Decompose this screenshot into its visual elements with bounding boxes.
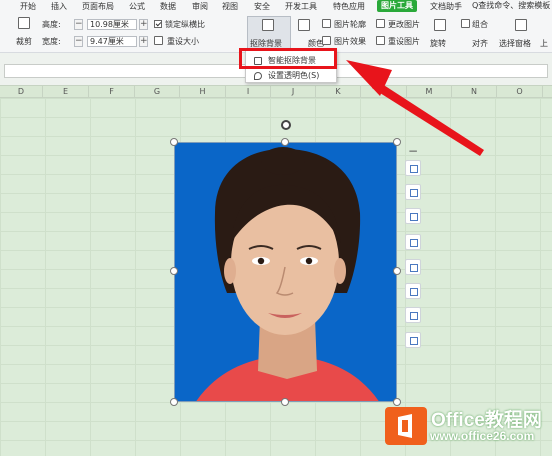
column-h[interactable]: H — [180, 86, 226, 98]
change-picture-icon — [376, 19, 385, 28]
remove-bg-quick-icon[interactable] — [405, 184, 421, 200]
rotate-handle[interactable] — [281, 120, 291, 130]
menu-page-layout[interactable]: 页面布局 — [82, 1, 114, 12]
column-o[interactable]: O — [497, 86, 543, 98]
column-e[interactable]: E — [43, 86, 89, 98]
column-header: D E F G H I J K L M N O — [0, 85, 552, 98]
menu-features[interactable]: 特色应用 — [333, 1, 365, 12]
height-increase-button[interactable]: + — [139, 19, 148, 30]
more-button[interactable]: 上 — [540, 38, 548, 49]
column-m[interactable]: M — [407, 86, 452, 98]
office-logo — [385, 407, 427, 445]
resize-handle-top[interactable] — [281, 138, 289, 146]
height-field[interactable]: 10.98厘米 — [87, 19, 137, 30]
set-transparent-color-item[interactable]: 设置透明色(S) — [246, 69, 338, 83]
resize-quick-icon[interactable] — [405, 234, 421, 250]
column-l[interactable]: L — [361, 86, 407, 98]
lock-ratio-label: 锁定纵横比 — [165, 20, 205, 29]
resize-handle-bottom-right[interactable] — [393, 398, 401, 406]
color-icon[interactable] — [298, 19, 310, 31]
picture-outline-button[interactable]: 图片轮廓 — [334, 19, 366, 30]
change-picture-button[interactable]: 更改图片 — [388, 19, 420, 30]
column-k[interactable]: K — [316, 86, 361, 98]
selection-pane-button[interactable]: 选择窗格 — [499, 38, 531, 49]
transparent-color-icon — [254, 72, 262, 80]
resize-handle-top-right[interactable] — [393, 138, 401, 146]
print-icon[interactable] — [405, 332, 421, 348]
height-label: 高度: — [42, 20, 61, 29]
width-field[interactable]: 9.47厘米 — [87, 36, 137, 47]
menu-insert[interactable]: 插入 — [51, 1, 67, 12]
combine-button[interactable]: 组合 — [472, 19, 488, 30]
collapse-toolbar-button[interactable]: − — [408, 145, 418, 157]
rotate-button[interactable]: 旋转 — [430, 38, 446, 49]
menu-picture-tools[interactable]: 图片工具 — [377, 0, 417, 12]
menu-review[interactable]: 审阅 — [192, 1, 208, 12]
copy-icon[interactable] — [405, 259, 421, 275]
column-n[interactable]: N — [452, 86, 497, 98]
highlight-box — [239, 48, 337, 69]
picture-outline-icon — [322, 19, 331, 28]
reset-size-button[interactable]: 重设大小 — [167, 36, 199, 47]
resize-handle-bottom-left[interactable] — [170, 398, 178, 406]
menu-data[interactable]: 数据 — [160, 1, 176, 12]
column-f[interactable]: F — [89, 86, 135, 98]
resize-handle-top-left[interactable] — [170, 138, 178, 146]
resize-handle-bottom[interactable] — [281, 398, 289, 406]
resize-handle-left[interactable] — [170, 267, 178, 275]
align-button[interactable]: 对齐 — [472, 38, 488, 49]
column-d[interactable]: D — [0, 86, 43, 98]
menu-developer[interactable]: 开发工具 — [285, 1, 317, 12]
column-i[interactable]: I — [226, 86, 271, 98]
set-transparent-label: 设置透明色(S) — [268, 71, 320, 80]
selected-picture[interactable] — [174, 142, 397, 402]
crop-icon[interactable] — [18, 17, 30, 29]
menu-formula[interactable]: 公式 — [129, 1, 145, 12]
search-command[interactable]: Q查找命令、搜索模板 — [472, 0, 550, 11]
selection-pane-icon — [515, 19, 527, 31]
picture-effect-button[interactable]: 图片效果 — [334, 36, 366, 47]
portrait-illustration — [175, 143, 396, 401]
menu-security[interactable]: 安全 — [254, 1, 270, 12]
combine-icon — [461, 19, 470, 28]
translate-icon[interactable] — [405, 307, 421, 323]
watermark-url: www.office26.com — [430, 429, 535, 443]
extract-text-icon[interactable] — [405, 283, 421, 299]
width-decrease-button[interactable]: − — [74, 36, 83, 47]
watermark-title: Office教程网 — [431, 410, 542, 431]
width-increase-button[interactable]: + — [139, 36, 148, 47]
menu-view[interactable]: 视图 — [222, 1, 238, 12]
width-label: 宽度: — [42, 37, 61, 46]
remove-background-icon — [262, 19, 274, 31]
height-decrease-button[interactable]: − — [74, 19, 83, 30]
column-g[interactable]: G — [135, 86, 180, 98]
reset-picture-button[interactable]: 重设图片 — [388, 36, 420, 47]
zoom-icon[interactable] — [405, 160, 421, 176]
rotate-icon — [434, 19, 446, 31]
column-j[interactable]: J — [271, 86, 316, 98]
resize-handle-right[interactable] — [393, 267, 401, 275]
reset-size-icon — [154, 36, 163, 45]
lock-ratio-checkbox[interactable] — [154, 20, 162, 28]
crop-quick-icon[interactable] — [405, 208, 421, 224]
crop-button[interactable]: 裁剪 — [16, 36, 32, 47]
menu-doc-assistant[interactable]: 文档助手 — [430, 1, 462, 12]
picture-effect-icon — [322, 36, 331, 45]
ribbon-toolbar: 裁剪 高度: − 10.98厘米 + 宽度: − 9.47厘米 + 锁定纵横比 … — [0, 13, 552, 53]
reset-picture-icon — [376, 36, 385, 45]
menu-home[interactable]: 开始 — [20, 1, 36, 12]
menu-bar: 开始 插入 页面布局 公式 数据 审阅 视图 安全 开发工具 特色应用 图片工具… — [0, 0, 552, 13]
